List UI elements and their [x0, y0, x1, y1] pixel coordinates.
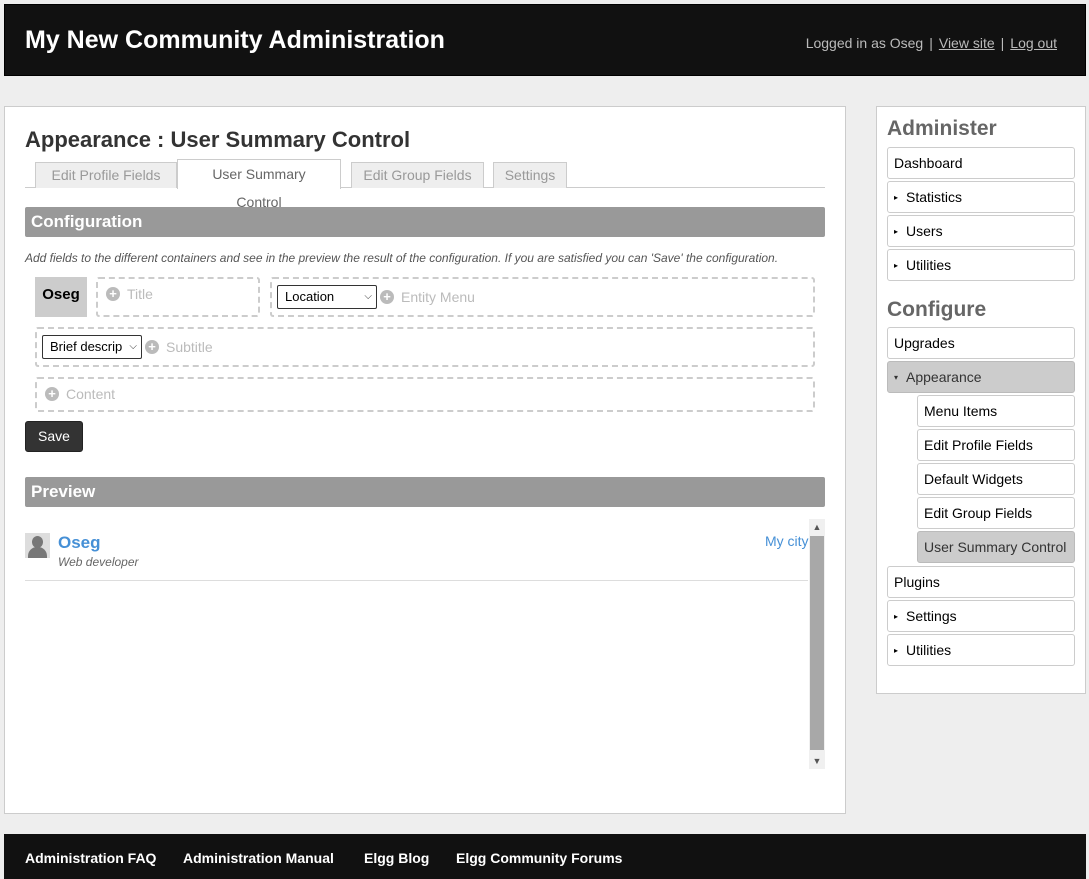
entity-menu-placeholder: Entity Menu — [401, 289, 475, 305]
sidebar-item-label: Edit Group Fields — [924, 505, 1033, 521]
preview-user-name[interactable]: Oseg — [58, 533, 101, 553]
location-select-value: Location — [285, 289, 335, 304]
sidebar-item-default-widgets[interactable]: Default Widgets — [917, 463, 1075, 495]
content-placeholder: Content — [66, 386, 116, 402]
subtitle-placeholder: Subtitle — [166, 339, 213, 355]
view-site-link[interactable]: View site — [939, 35, 995, 51]
sidebar-item-label: Users — [906, 223, 943, 239]
footer-link-administration-faq[interactable]: Administration FAQ — [25, 850, 156, 866]
sidebar-item-plugins[interactable]: Plugins — [887, 566, 1075, 598]
expand-arrow-icon: ▸ — [894, 646, 899, 655]
footer-link-elgg-blog[interactable]: Elgg Blog — [364, 850, 429, 866]
sidebar-item-upgrades[interactable]: Upgrades — [887, 327, 1075, 359]
expand-arrow-icon: ▸ — [894, 227, 899, 236]
add-subtitle-icon[interactable]: + — [145, 340, 159, 354]
sidebar-item-label: Edit Profile Fields — [924, 437, 1033, 453]
title-placeholder: Title — [127, 286, 153, 302]
add-entity-menu-icon[interactable]: + — [380, 290, 394, 304]
user-avatar-icon[interactable] — [25, 533, 50, 558]
sidebar-item-label: Settings — [906, 608, 957, 624]
sidebar-item-label: Utilities — [906, 642, 952, 658]
admin-footer: Administration FAQ Administration Manual… — [4, 834, 1086, 879]
tab-edit-group-fields[interactable]: Edit Group Fields — [351, 162, 484, 188]
footer-link-administration-manual[interactable]: Administration Manual — [183, 850, 334, 866]
content-dropzone[interactable] — [35, 377, 815, 412]
expand-arrow-icon: ▸ — [894, 193, 899, 202]
expand-arrow-icon: ▸ — [894, 612, 899, 621]
chevron-down-icon: ⌵ — [129, 341, 137, 352]
separator: | — [1000, 35, 1005, 51]
log-out-link[interactable]: Log out — [1010, 35, 1057, 51]
admin-header: My New Community Administration Logged i… — [4, 4, 1086, 76]
preview-scrollbar[interactable]: ▲ ▼ — [809, 519, 825, 769]
preview-location[interactable]: My city — [765, 533, 809, 549]
sidebar-item-appearance[interactable]: ▾ Appearance — [887, 361, 1075, 393]
configuration-heading: Configuration — [25, 207, 825, 237]
user-name-block: Oseg — [35, 277, 87, 317]
add-content-icon[interactable]: + — [45, 387, 59, 401]
configure-heading: Configure — [887, 298, 987, 321]
sidebar-item-label: Menu Items — [924, 403, 998, 419]
tab-edit-profile-fields[interactable]: Edit Profile Fields — [35, 162, 177, 188]
main-content: Appearance : User Summary Control Edit P… — [4, 106, 846, 814]
tab-settings[interactable]: Settings — [493, 162, 567, 188]
sidebar-item-dashboard[interactable]: Dashboard — [887, 147, 1075, 179]
site-title[interactable]: My New Community Administration — [25, 26, 445, 55]
sidebar-item-label: Dashboard — [894, 155, 963, 171]
expand-arrow-icon: ▸ — [894, 261, 899, 270]
sidebar-item-user-summary-control[interactable]: User Summary Control — [917, 531, 1075, 563]
chevron-down-icon: ⌵ — [364, 291, 372, 302]
add-title-icon[interactable]: + — [106, 287, 120, 301]
save-button[interactable]: Save — [25, 421, 83, 452]
sidebar-item-label: Upgrades — [894, 335, 955, 351]
sidebar-item-utilities[interactable]: ▸ Utilities — [887, 249, 1075, 281]
sidebar-item-edit-profile-fields[interactable]: Edit Profile Fields — [917, 429, 1075, 461]
tab-bar: Edit Profile Fields User Summary Control… — [25, 159, 825, 210]
preview-panel: Oseg Web developer My city ▲ ▼ — [25, 519, 825, 769]
separator: | — [929, 35, 933, 51]
sidebar-item-menu-items[interactable]: Menu Items — [917, 395, 1075, 427]
sidebar-item-label: Statistics — [906, 189, 963, 205]
sidebar-item-label: Utilities — [906, 257, 952, 273]
sidebar-item-edit-group-fields[interactable]: Edit Group Fields — [917, 497, 1075, 529]
sidebar-item-label: Default Widgets — [924, 471, 1023, 487]
collapse-arrow-icon: ▾ — [894, 373, 899, 382]
sidebar-item-label: Appearance — [906, 369, 982, 385]
scroll-up-icon[interactable]: ▲ — [809, 519, 825, 535]
sidebar-item-label: Plugins — [894, 574, 940, 590]
preview-subtitle: Web developer — [58, 555, 139, 569]
page-title: Appearance : User Summary Control — [25, 127, 411, 152]
sidebar-item-utilities-config[interactable]: ▸ Utilities — [887, 634, 1075, 666]
sidebar-item-statistics[interactable]: ▸ Statistics — [887, 181, 1075, 213]
sidebar-item-label: User Summary Control — [924, 539, 1067, 555]
subtitle-select[interactable]: Brief descrip ⌵ — [42, 335, 142, 359]
title-dropzone[interactable] — [96, 277, 260, 317]
administer-heading: Administer — [887, 117, 997, 140]
footer-link-elgg-community-forums[interactable]: Elgg Community Forums — [456, 850, 622, 866]
scrollbar-thumb[interactable] — [810, 536, 824, 750]
preview-heading: Preview — [25, 477, 825, 507]
sidebar-item-settings[interactable]: ▸ Settings — [887, 600, 1075, 632]
location-select[interactable]: Location ⌵ — [277, 285, 377, 309]
admin-sidebar: Administer Dashboard ▸ Statistics ▸ Users … — [876, 106, 1086, 694]
tab-user-summary-control[interactable]: User Summary Control — [177, 159, 341, 210]
sidebar-item-users[interactable]: ▸ Users — [887, 215, 1075, 247]
scroll-down-icon[interactable]: ▼ — [809, 753, 825, 769]
logged-in-text: Logged in as Oseg — [805, 35, 924, 51]
configuration-help-text: Add fields to the different containers a… — [25, 251, 779, 265]
subtitle-select-value: Brief descrip — [50, 339, 123, 354]
divider — [25, 580, 808, 581]
user-links: Logged in as Oseg | View site | Log out — [806, 35, 1057, 51]
